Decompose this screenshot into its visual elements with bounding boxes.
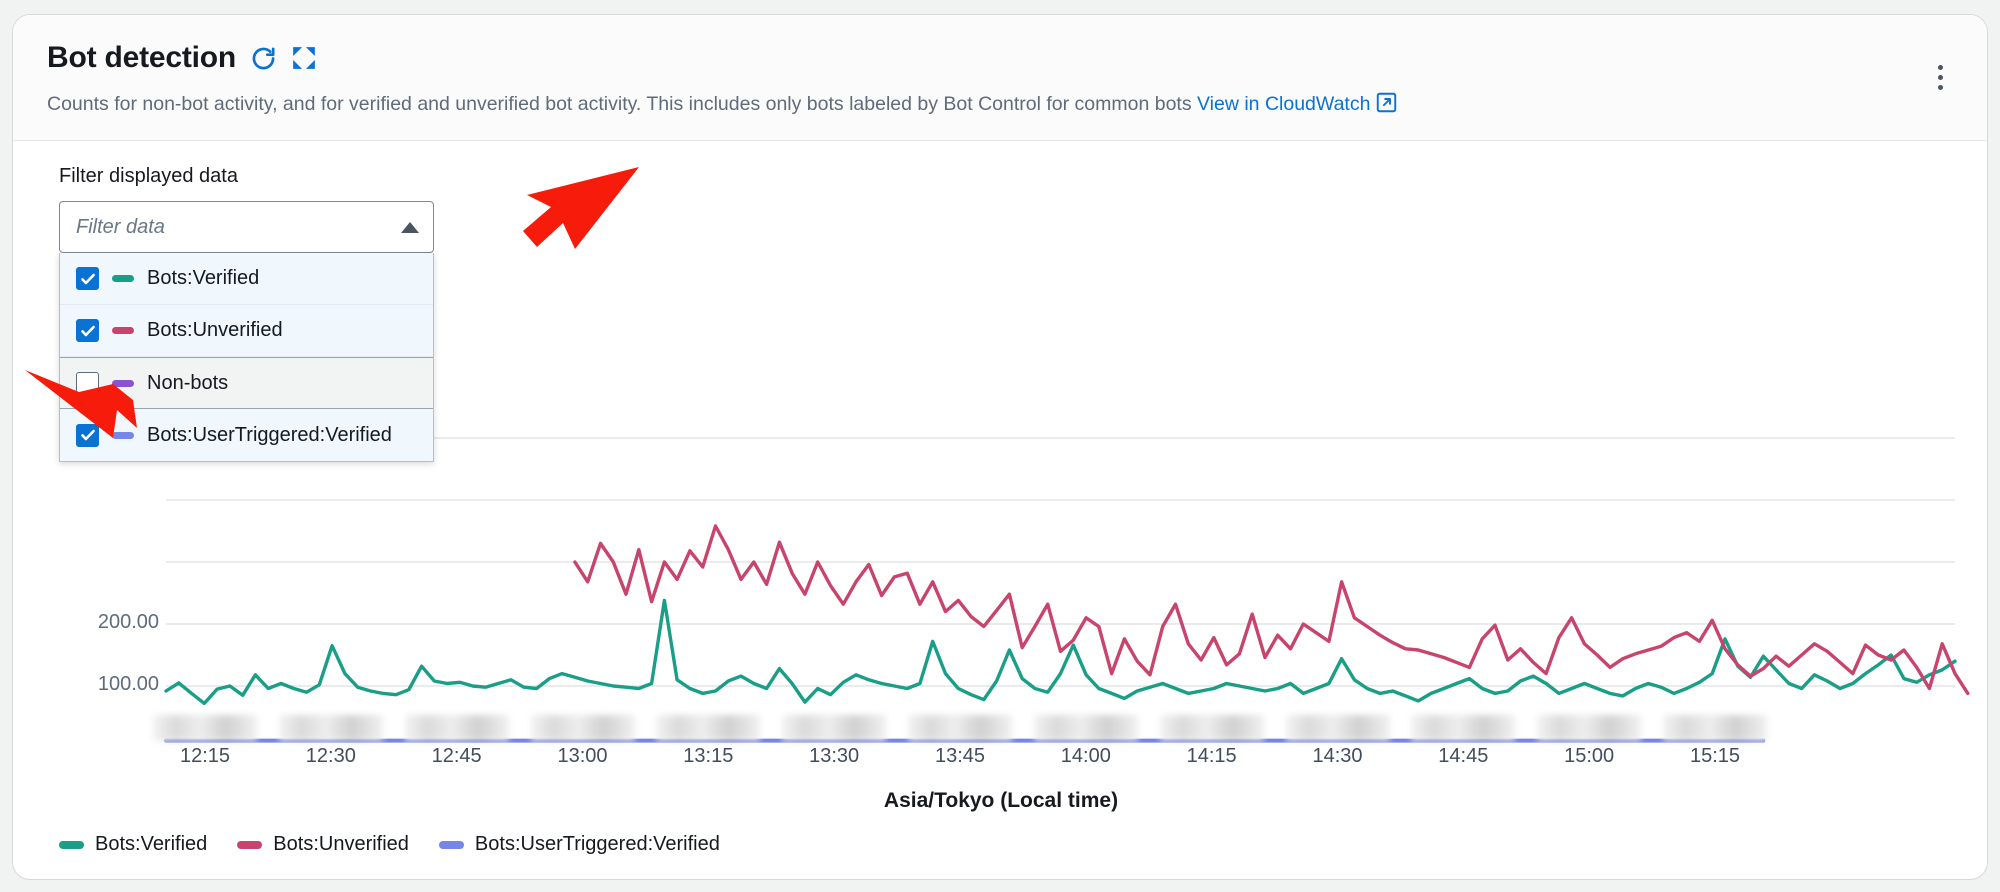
x-axis-tick-label: 13:15 (683, 745, 734, 768)
redacted-date-label (278, 715, 383, 742)
series-line (573, 524, 1970, 696)
legend-item[interactable]: Bots:Unverified (237, 833, 409, 856)
x-axis-tick-label: 14:15 (1186, 745, 1237, 768)
x-axis-tick-label: 14:30 (1312, 745, 1363, 768)
bot-detection-card: Bot detection Counts for non-bot activit… (12, 14, 1988, 880)
redacted-date-label (1285, 715, 1390, 742)
screenshot-root: Bot detection Counts for non-bot activit… (0, 0, 2000, 892)
title-row: Bot detection (47, 41, 1953, 75)
x-axis-tick-label: 14:00 (1060, 745, 1111, 768)
x-axis-tick-label: 12:45 (431, 745, 482, 768)
card-body: 200.00 100.00 12:15 12:30 12:45 13:00 13:15 13… (13, 141, 1987, 855)
filter-option-bots-verified[interactable]: Bots:Verified (60, 253, 433, 306)
chart-legend: Bots:Verified Bots:Unverified Bots:UserTri… (59, 833, 720, 856)
filter-options-dropdown[interactable]: Bots:Verified Bots:Unverified Non-bots Bots… (59, 253, 434, 463)
expand-icon[interactable] (291, 45, 317, 71)
legend-item[interactable]: Bots:Verified (59, 833, 207, 856)
series-color-swatch (112, 431, 134, 439)
series-color-swatch (112, 327, 134, 335)
page-title: Bot detection (47, 41, 237, 74)
description-text: Counts for non-bot activity, and for ver… (47, 93, 1192, 115)
filter-label: Filter displayed data (59, 165, 238, 188)
view-in-cloudwatch-link[interactable]: View in CloudWatch (1197, 93, 1370, 115)
card-description: Counts for non-bot activity, and for ver… (47, 91, 1953, 120)
series-color-swatch (112, 275, 134, 283)
redacted-date-label (404, 715, 509, 742)
x-axis-tick-label: 14:45 (1438, 745, 1489, 768)
y-axis-tick-label: 200.00 (97, 611, 159, 634)
legend-label: Bots:UserTriggered:Verified (474, 833, 720, 856)
filter-option-non-bots[interactable]: Non-bots (60, 357, 433, 410)
redacted-date-label (782, 715, 887, 742)
redacted-date-label (1159, 715, 1264, 742)
checkbox-checked-icon[interactable] (76, 319, 99, 343)
checkbox-checked-icon[interactable] (76, 423, 99, 447)
redacted-date-label (153, 715, 257, 742)
kebab-menu-icon[interactable] (1923, 57, 1957, 97)
redacted-date-label (1033, 715, 1138, 742)
legend-color-swatch (59, 840, 84, 849)
legend-color-swatch (438, 840, 464, 849)
redacted-date-label (530, 715, 635, 742)
filter-option-label: Bots:Unverified (147, 319, 283, 342)
series-color-swatch (112, 379, 134, 387)
x-axis-tick-label: 13:45 (934, 745, 986, 768)
x-axis-tick-label: 13:00 (557, 745, 608, 768)
filter-input[interactable] (74, 214, 393, 240)
redacted-date-label (1411, 715, 1516, 742)
kebab-dot (1937, 74, 1943, 80)
redacted-date-label (1663, 715, 1767, 742)
x-axis-tick-label: 15:15 (1689, 745, 1741, 768)
redacted-date-label (908, 715, 1012, 742)
filter-option-bots-unverified[interactable]: Bots:Unverified (60, 305, 433, 358)
redacted-date-label (656, 715, 761, 742)
x-axis-title: Asia/Tokyo (Local time) (883, 789, 1119, 813)
legend-item[interactable]: Bots:UserTriggered:Verified (438, 833, 720, 856)
filter-option-label: Non-bots (147, 371, 229, 394)
checkbox-checked-icon[interactable] (76, 267, 99, 291)
redacted-date-label (1537, 715, 1642, 742)
filter-data-combobox[interactable] (59, 201, 434, 254)
legend-color-swatch (237, 840, 263, 849)
kebab-dot (1937, 84, 1943, 90)
x-axis-tick-label: 15:00 (1564, 745, 1615, 768)
legend-label: Bots:Unverified (273, 833, 409, 856)
y-axis-tick-label: 100.00 (97, 673, 159, 696)
external-link-icon (1376, 92, 1397, 120)
caret-up-icon[interactable] (401, 221, 419, 233)
filter-option-bots-usertriggered-verified[interactable]: Bots:UserTriggered:Verified (60, 409, 433, 462)
filter-option-label: Bots:Verified (147, 267, 260, 290)
checkbox-unchecked-icon[interactable] (76, 371, 99, 395)
x-axis-tick-label: 12:15 (179, 745, 231, 768)
card-header: Bot detection Counts for non-bot activit… (13, 15, 1987, 142)
legend-label: Bots:Verified (95, 833, 208, 856)
x-axis-tick-label: 12:30 (305, 745, 356, 768)
kebab-dot (1937, 64, 1943, 70)
refresh-icon[interactable] (250, 45, 277, 72)
filter-option-label: Bots:UserTriggered:Verified (147, 423, 392, 446)
x-axis-tick-label: 13:30 (809, 745, 860, 768)
